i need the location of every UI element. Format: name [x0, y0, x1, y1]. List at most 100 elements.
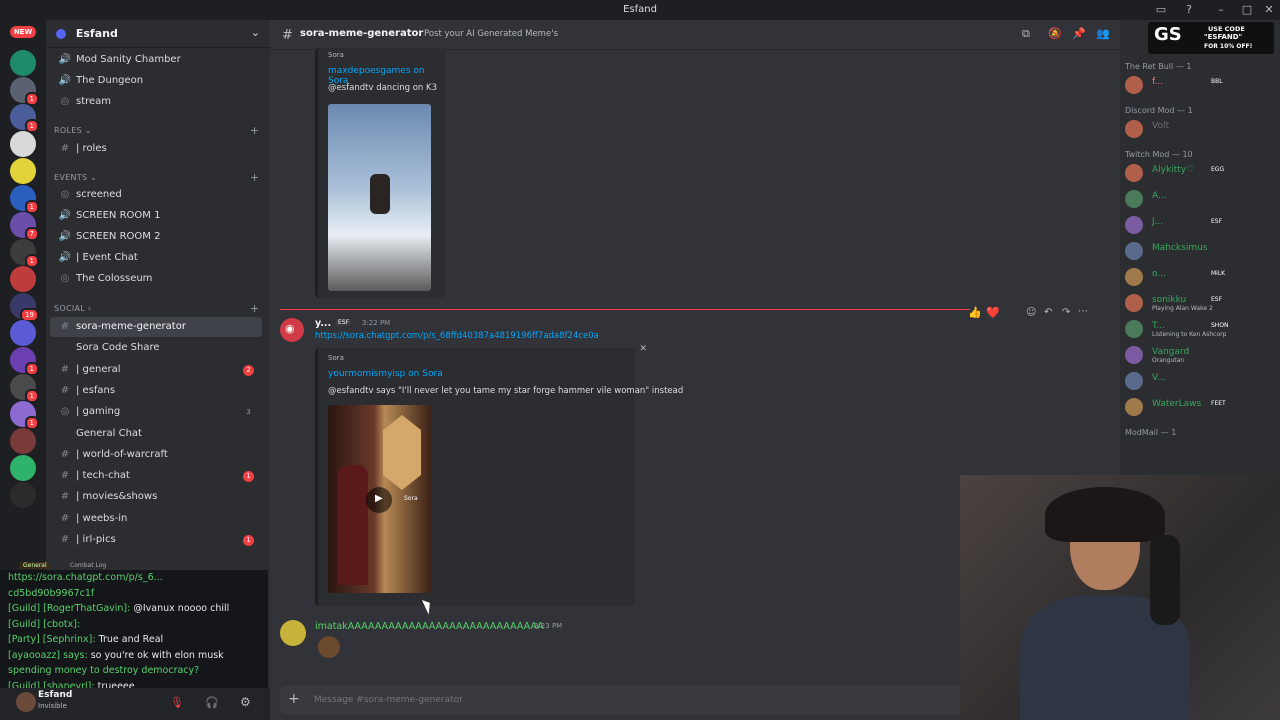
member-item[interactable]: Volt [1120, 118, 1280, 140]
server-icon[interactable]: 7 [10, 212, 39, 241]
message-input[interactable] [314, 692, 814, 708]
server-icon[interactable] [10, 320, 36, 346]
server-icon[interactable]: 1 [10, 347, 39, 376]
avatar[interactable]: ◉ [280, 318, 304, 342]
forward-icon[interactable]: ↷ [1062, 307, 1070, 318]
channel-item[interactable]: 🔊 Mod Sanity Chamber [50, 50, 262, 70]
video-thumbnail[interactable] [328, 104, 431, 291]
pin-icon[interactable]: 📌 [1072, 27, 1086, 40]
channel-item[interactable]: ◎ stream [50, 92, 262, 112]
server-icon[interactable]: 19 [10, 293, 39, 322]
mic-muted-icon[interactable]: 🎙 [170, 696, 184, 709]
message-author[interactable]: y... [315, 318, 331, 329]
plus-icon[interactable]: + [288, 691, 300, 707]
channel-item[interactable]: # | weebs-in [50, 509, 262, 529]
channel-item[interactable]: # | world-of-warcraft [50, 445, 262, 465]
channel-item[interactable]: # | general 2 [50, 360, 262, 380]
close-embed-icon[interactable]: ✕ [639, 344, 647, 354]
channel-item[interactable]: # | irl-pics 1 [50, 530, 262, 550]
avatar [1125, 190, 1143, 208]
avatar[interactable] [280, 620, 306, 646]
server-icon[interactable] [10, 482, 36, 508]
add-channel-icon[interactable]: + [250, 171, 260, 184]
channel-item[interactable]: 🔊 SCREEN ROOM 1 [50, 206, 262, 226]
reply-icon[interactable]: ↶ [1044, 307, 1052, 318]
channel-item[interactable]: 🔊 SCREEN ROOM 2 [50, 227, 262, 247]
channel-item[interactable]: 🔊 The Dungeon [50, 71, 262, 91]
overlay-chat-line: [Party] [Sephrinx]: True and Real [8, 634, 163, 645]
threads-icon[interactable]: ⧉ [1022, 27, 1030, 41]
member-item[interactable]: f... BBL [1120, 74, 1280, 96]
avatar [1125, 320, 1143, 338]
member-tag: EGG [1211, 166, 1225, 173]
gear-icon[interactable]: ⚙ [240, 695, 251, 709]
channel-category[interactable]: EVENTS ⌄ + [54, 171, 259, 184]
channel-item[interactable]: General Chat [50, 424, 262, 444]
channel-item[interactable]: 🔊 | Event Chat [50, 248, 262, 268]
member-item[interactable]: Vangard Orangutan [1120, 344, 1280, 366]
member-item[interactable]: Mahcksimus [1120, 240, 1280, 262]
member-item[interactable]: sonikku ESF Playing Alan Wake 2 [1120, 292, 1280, 314]
maximize-icon[interactable]: □ [1240, 3, 1254, 17]
close-icon[interactable]: ✕ [1262, 3, 1276, 17]
help-icon[interactable]: ? [1182, 3, 1196, 17]
server-icon[interactable] [10, 158, 36, 184]
server-icon[interactable] [10, 266, 36, 292]
channel-label: sora-meme-generator [76, 321, 186, 332]
overlay-tab-combat[interactable]: Combat Log [70, 562, 106, 569]
server-icon[interactable]: 1 [10, 185, 39, 214]
chat-line-text: @Ivanux noooo chill [133, 603, 230, 614]
channel-item[interactable]: # | roles [50, 139, 262, 159]
add-reaction-icon[interactable]: ☺ [1026, 307, 1036, 318]
server-icon[interactable]: 1 [10, 239, 39, 268]
server-icon[interactable] [10, 50, 36, 76]
add-channel-icon[interactable]: + [250, 124, 260, 137]
reaction-heart[interactable]: ❤️ [986, 306, 1000, 319]
add-channel-icon[interactable]: + [250, 302, 260, 315]
member-item[interactable]: T... SHON Listening to Ken Ashcorp [1120, 318, 1280, 340]
member-item[interactable]: J... ESF [1120, 214, 1280, 236]
headset-icon[interactable]: 🎧 [205, 696, 219, 709]
unread-count: 1 [243, 535, 254, 546]
member-item[interactable]: Alykitty♡ EGG [1120, 162, 1280, 184]
channel-item[interactable]: # sora-meme-generator [50, 317, 262, 337]
server-icon[interactable] [10, 455, 36, 481]
minimize-icon[interactable]: – [1214, 3, 1228, 17]
avatar[interactable] [16, 692, 36, 712]
member-item[interactable]: A... [1120, 188, 1280, 210]
member-item[interactable]: V... [1120, 370, 1280, 392]
channel-category[interactable]: SOCIAL › + [54, 302, 259, 315]
channel-item[interactable]: # | esfans [50, 381, 262, 401]
guild-header[interactable]: Esfand ⌄ [46, 20, 270, 48]
message-link[interactable]: https://sora.chatgpt.com/p/s_68ffd40387a… [315, 331, 599, 341]
server-icon[interactable] [10, 428, 36, 454]
members-icon[interactable]: 👥 [1096, 27, 1110, 40]
crystal-shape [383, 415, 421, 490]
embed-title-link[interactable]: yourmomismyisp on Sora [328, 369, 443, 379]
channel-category[interactable]: ROLES ⌄ + [54, 124, 259, 137]
server-icon[interactable]: 1 [10, 77, 39, 106]
channel-label: SCREEN ROOM 1 [76, 210, 161, 221]
channel-item[interactable]: Sora Code Share [50, 338, 262, 358]
more-icon[interactable]: ⋯ [1078, 306, 1088, 317]
overlay-tab-general[interactable]: General [20, 562, 50, 569]
reaction-thumbs-up[interactable]: 👍 [968, 306, 982, 319]
video-player[interactable]: ▶ Sora [328, 405, 431, 593]
server-icon[interactable]: 1 [10, 104, 39, 133]
channel-item[interactable]: ◎ | gaming 3 [50, 402, 262, 422]
channel-topic[interactable]: Post your AI Generated Meme's [424, 29, 558, 39]
channel-item[interactable]: # | movies&shows [50, 487, 262, 507]
member-item[interactable]: o... MiLK [1120, 266, 1280, 288]
member-item[interactable]: WaterLaws FEET [1120, 396, 1280, 418]
channel-header: # sora-meme-generator Post your AI Gener… [270, 20, 1120, 50]
channel-item[interactable]: ◎ screened [50, 185, 262, 205]
message-author[interactable]: imatakAAAAAAAAAAAAAAAAAAAAAAAAAAAAA [315, 621, 544, 632]
play-button[interactable]: ▶ [366, 487, 392, 513]
channel-item[interactable]: ◎ The Colosseum [50, 269, 262, 289]
server-icon[interactable]: 1 [10, 401, 39, 430]
bell-icon[interactable]: 🔕 [1048, 27, 1062, 40]
inbox-icon[interactable]: ▭ [1154, 3, 1168, 17]
server-icon[interactable]: 1 [10, 374, 39, 403]
channel-item[interactable]: # | tech-chat 1 [50, 466, 262, 486]
server-icon[interactable] [10, 131, 36, 157]
